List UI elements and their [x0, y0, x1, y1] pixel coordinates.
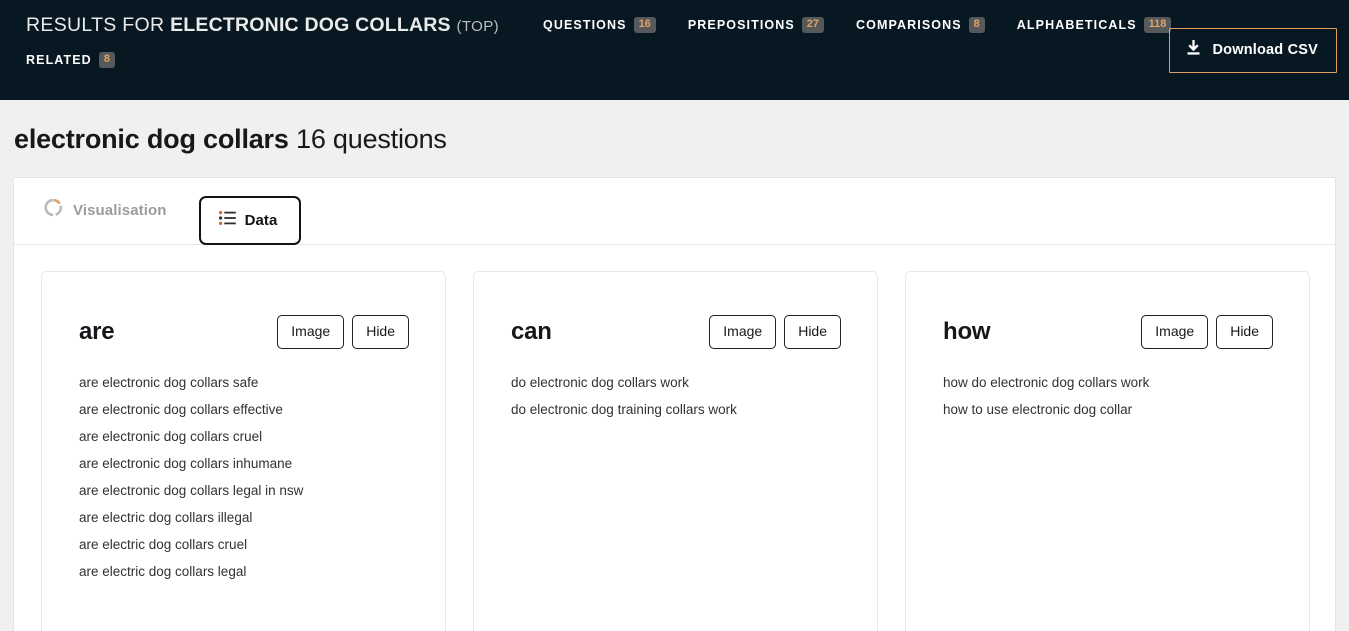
- list-item[interactable]: are electric dog collars cruel: [79, 538, 445, 565]
- list-item[interactable]: are electric dog collars legal: [79, 565, 445, 592]
- hide-button-are[interactable]: Hide: [352, 314, 409, 350]
- tab-data[interactable]: Data: [198, 196, 302, 245]
- app-header: RESULTS FOR ELECTRONIC DOG COLLARS (TOP)…: [0, 0, 1349, 100]
- card-word-how: how: [943, 318, 991, 345]
- image-button-how[interactable]: Image: [1141, 314, 1209, 350]
- card-word-are: are: [79, 318, 115, 345]
- results-panel: Visualisation Data are Image Hide are el…: [13, 177, 1336, 631]
- card-actions: Image Hide: [709, 314, 841, 350]
- view-tab-bar: Visualisation Data: [14, 178, 1335, 245]
- results-heading: electronic dog collars 16 questions: [0, 100, 1349, 177]
- hide-button-can[interactable]: Hide: [784, 314, 841, 350]
- list-item[interactable]: how do electronic dog collars work: [943, 376, 1309, 403]
- tab-visualisation-label: Visualisation: [73, 201, 167, 219]
- tab-visualisation[interactable]: Visualisation: [32, 188, 179, 234]
- list-item[interactable]: are electric dog collars illegal: [79, 511, 445, 538]
- hide-button-how[interactable]: Hide: [1216, 314, 1273, 350]
- card-word-can: can: [511, 318, 552, 345]
- nav-tab-prepositions-badge: 27: [801, 17, 825, 33]
- card-header: how Image Hide: [906, 310, 1309, 354]
- results-scope: (TOP): [456, 17, 500, 35]
- card-actions: Image Hide: [1141, 314, 1273, 350]
- donut-chart-icon: [44, 198, 63, 222]
- header-nav-tabs: QUESTIONS 16 PREPOSITIONS 27 COMPARISONS…: [527, 17, 1187, 33]
- header-bottom-row: RELATED 8: [0, 40, 1349, 80]
- list-item[interactable]: do electronic dog training collars work: [511, 403, 877, 430]
- question-card-grid: are Image Hide are electronic dog collar…: [14, 245, 1335, 631]
- question-list-can: do electronic dog collars work do electr…: [474, 354, 877, 430]
- question-card-can: can Image Hide do electronic dog collars…: [473, 271, 878, 631]
- image-button-can[interactable]: Image: [709, 314, 777, 350]
- download-csv-button[interactable]: Download CSV: [1169, 28, 1337, 73]
- nav-tab-prepositions-label: PREPOSITIONS: [687, 18, 795, 32]
- card-header: can Image Hide: [474, 310, 877, 354]
- nav-tab-comparisons-label: COMPARISONS: [856, 18, 962, 32]
- question-list-how: how do electronic dog collars work how t…: [906, 354, 1309, 430]
- nav-tab-questions[interactable]: QUESTIONS 16: [527, 17, 672, 33]
- results-prefix: RESULTS FOR: [26, 13, 165, 36]
- card-actions: Image Hide: [277, 314, 409, 350]
- nav-tab-related[interactable]: RELATED 8: [26, 52, 131, 68]
- list-item[interactable]: are electronic dog collars effective: [79, 403, 445, 430]
- results-keyword: ELECTRONIC DOG COLLARS: [170, 13, 451, 36]
- list-item[interactable]: are electronic dog collars legal in nsw: [79, 484, 445, 511]
- nav-tab-prepositions[interactable]: PREPOSITIONS 27: [672, 17, 840, 33]
- results-heading-keyword: electronic dog collars: [14, 124, 289, 154]
- nav-tab-questions-label: QUESTIONS: [543, 18, 627, 32]
- nav-tab-alphabeticals[interactable]: ALPHABETICALS 118: [1001, 17, 1188, 33]
- image-button-are[interactable]: Image: [277, 314, 345, 350]
- download-icon: [1186, 39, 1201, 60]
- nav-tab-comparisons-badge: 8: [968, 17, 985, 33]
- card-header: are Image Hide: [42, 310, 445, 354]
- download-csv-label: Download CSV: [1212, 42, 1318, 58]
- nav-tab-alphabeticals-label: ALPHABETICALS: [1016, 18, 1137, 32]
- question-card-how: how Image Hide how do electronic dog col…: [905, 271, 1310, 631]
- nav-tab-comparisons[interactable]: COMPARISONS 8: [840, 17, 1001, 33]
- nav-tab-alphabeticals-badge: 118: [1143, 17, 1172, 33]
- list-item[interactable]: are electronic dog collars cruel: [79, 430, 445, 457]
- list-item[interactable]: do electronic dog collars work: [511, 376, 877, 403]
- header-top-row: RESULTS FOR ELECTRONIC DOG COLLARS (TOP)…: [0, 0, 1349, 40]
- results-heading-count: 16 questions: [296, 124, 447, 154]
- question-list-are: are electronic dog collars safe are elec…: [42, 354, 445, 592]
- nav-tab-questions-badge: 16: [633, 17, 656, 33]
- question-card-are: are Image Hide are electronic dog collar…: [41, 271, 446, 631]
- list-item[interactable]: are electronic dog collars inhumane: [79, 457, 445, 484]
- list-item[interactable]: are electronic dog collars safe: [79, 376, 445, 403]
- tab-data-label: Data: [244, 212, 278, 229]
- page-title: RESULTS FOR ELECTRONIC DOG COLLARS (TOP): [26, 14, 499, 37]
- nav-tab-related-label: RELATED: [26, 53, 92, 67]
- list-item[interactable]: how to use electronic dog collar: [943, 403, 1309, 430]
- list-icon: [218, 211, 236, 230]
- nav-tab-related-badge: 8: [98, 52, 115, 68]
